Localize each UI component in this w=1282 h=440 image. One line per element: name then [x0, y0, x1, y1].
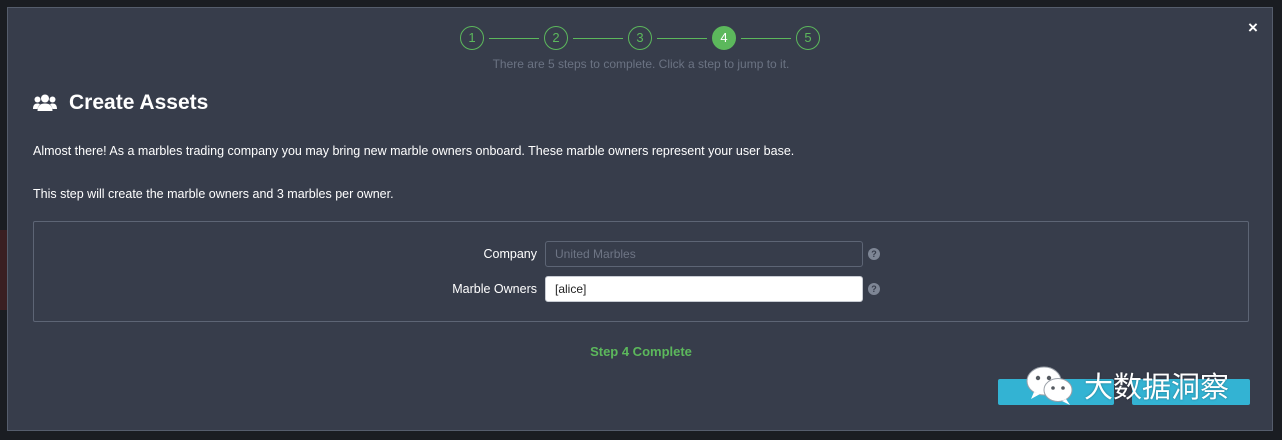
company-label: Company: [483, 247, 538, 261]
step-1[interactable]: 1: [460, 26, 484, 50]
wizard-modal: × 1 2 3 4 5 There are 5 steps to complet…: [7, 7, 1273, 431]
close-button[interactable]: ×: [1245, 19, 1261, 36]
watermark-text: 大数据洞察: [1084, 370, 1230, 404]
step-indicator: 1 2 3 4 5: [460, 25, 820, 51]
step-connector: [573, 37, 623, 39]
intro-paragraph: Almost there! As a marbles trading compa…: [33, 144, 795, 158]
company-row: Company ?: [34, 241, 1248, 267]
step-2[interactable]: 2: [544, 26, 568, 50]
company-input[interactable]: [545, 241, 863, 267]
section-header: Create Assets: [33, 91, 208, 115]
question-circle-icon[interactable]: ?: [868, 283, 880, 295]
step-description: This step will create the marble owners …: [33, 187, 394, 201]
page-background: × 1 2 3 4 5 There are 5 steps to complet…: [0, 0, 1282, 440]
wechat-icon: [1026, 366, 1073, 405]
users-icon: [33, 94, 57, 111]
step-connector: [657, 37, 707, 39]
step-connector: [489, 37, 539, 39]
step-3[interactable]: 3: [628, 26, 652, 50]
watermark: 大数据洞察: [1022, 363, 1229, 407]
marble-owners-label: Marble Owners: [452, 282, 537, 296]
stepper-hint: There are 5 steps to complete. Click a s…: [492, 57, 790, 71]
step-4-active[interactable]: 4: [712, 26, 736, 50]
assets-form: Company ? Marble Owners ?: [33, 221, 1249, 322]
page-title: Create Assets: [69, 91, 209, 114]
owners-row: Marble Owners ?: [34, 276, 1248, 302]
step-connector: [741, 37, 791, 39]
background-edge: [0, 230, 7, 310]
step-status: Step 4 Complete: [590, 344, 692, 359]
question-circle-icon[interactable]: ?: [868, 248, 880, 260]
marble-owners-input[interactable]: [545, 276, 863, 302]
step-5[interactable]: 5: [796, 26, 820, 50]
